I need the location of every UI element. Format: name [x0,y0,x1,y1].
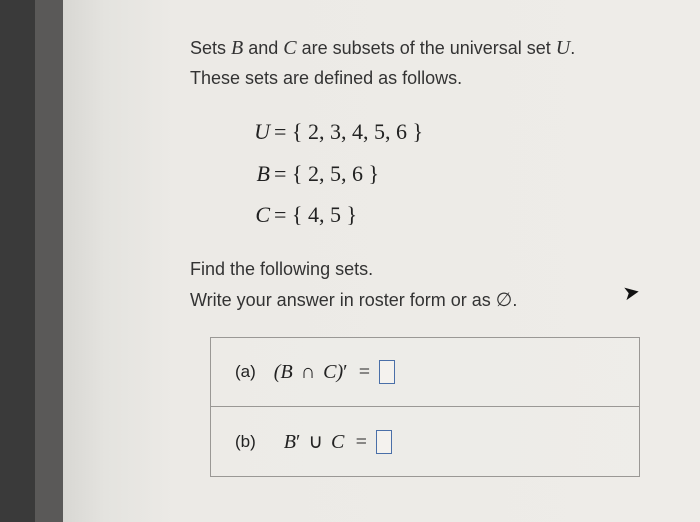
part-b-expression: B′ ∪ C = [274,429,368,454]
set-c-symbol: C [283,37,296,59]
set-u-symbol: U [556,37,570,59]
set-definitions: U = { 2, 3, 4, 5, 6 } B = { 2, 5, 6 } C … [240,111,650,236]
problem-page: Sets B and C are subsets of the universa… [100,0,700,522]
instr-line-2-end: . [512,290,517,310]
part-a-label: (a) [235,362,256,382]
intro-line-2: These sets are defined as follows. [190,64,650,93]
def-b: B = { 2, 5, 6 } [240,153,650,195]
def-c: C = { 4, 5 } [240,194,650,236]
def-b-label: B [240,153,270,195]
part-a-expression: (B ∩ C)′ = [274,361,371,384]
text: Sets [190,38,231,58]
text: and [243,38,283,58]
def-b-set: = { 2, 5, 6 } [274,153,379,195]
part-a-row: (a) (B ∩ C)′ = [211,338,639,406]
part-b-answer-input[interactable] [376,430,392,454]
empty-set-symbol: ∅ [496,290,513,311]
instr-line-1: Find the following sets. [190,259,373,279]
def-u-set: = { 2, 3, 4, 5, 6 } [274,111,423,153]
text: . [570,38,575,58]
def-c-set: = { 4, 5 } [274,194,357,236]
instr-line-2-pre: Write your answer in roster form or as [190,290,496,310]
intro-line-1: Sets B and C are subsets of the universa… [190,32,650,64]
part-b-label: (b) [235,432,256,452]
set-b-symbol: B [231,37,243,59]
answer-table: (a) (B ∩ C)′ = (b) B′ ∪ C = [210,337,640,477]
part-a-answer-input[interactable] [379,360,395,384]
part-b-row: (b) B′ ∪ C = [211,406,639,476]
instructions: Find the following sets. Write your answ… [190,254,650,317]
def-u-label: U [240,111,270,153]
text: are subsets of the universal set [297,38,556,58]
def-c-label: C [240,194,270,236]
def-u: U = { 2, 3, 4, 5, 6 } [240,111,650,153]
